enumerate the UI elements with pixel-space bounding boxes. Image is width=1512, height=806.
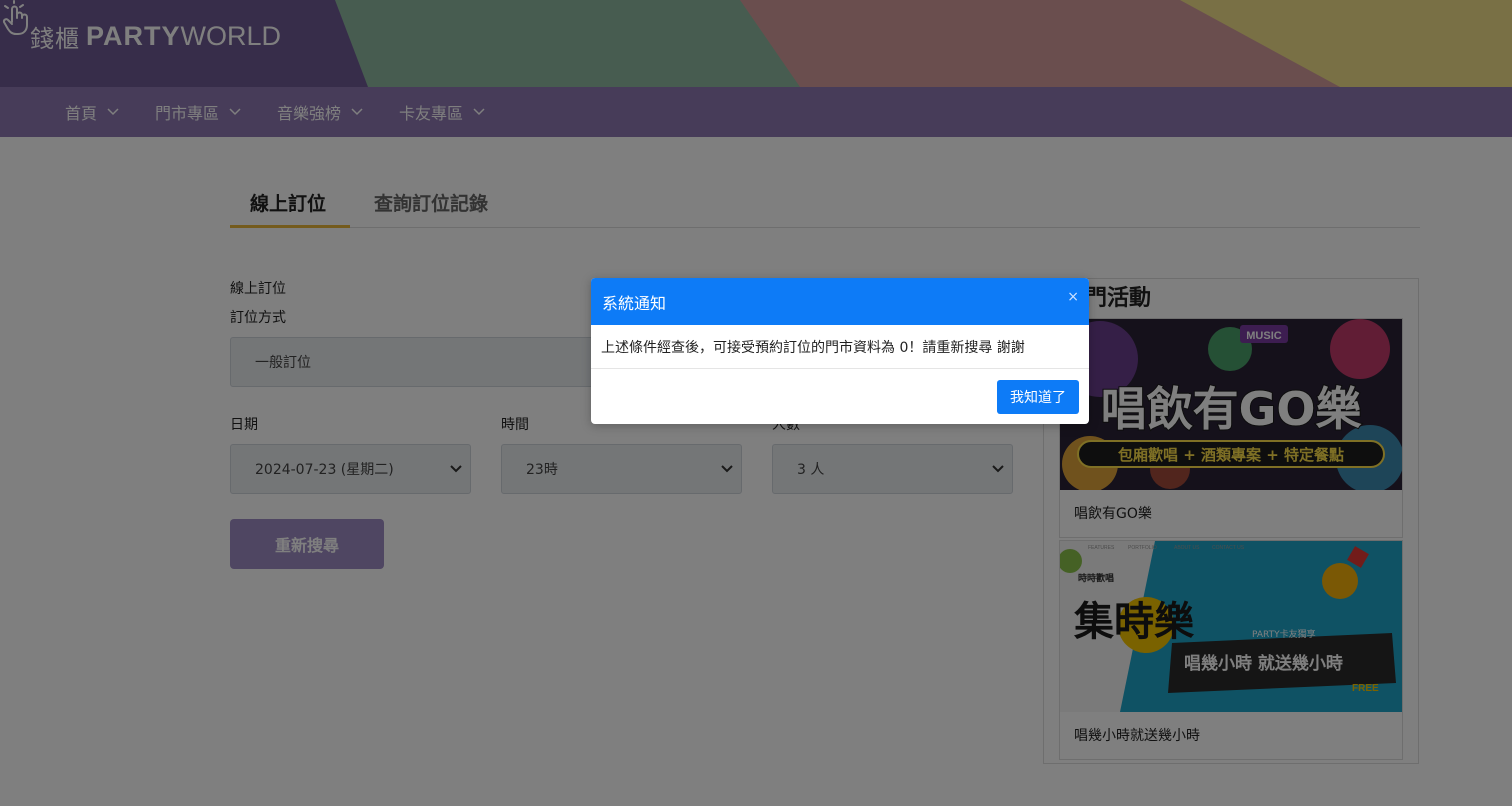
system-notice-modal: 系統通知 × 上述條件經查後，可接受預約訂位的門市資料為 0！請重新搜尋 謝謝 … (591, 278, 1089, 424)
acknowledge-button[interactable]: 我知道了 (997, 380, 1079, 414)
modal-body: 上述條件經查後，可接受預約訂位的門市資料為 0！請重新搜尋 謝謝 (591, 325, 1089, 369)
modal-header: 系統通知 (591, 278, 1089, 325)
modal-title: 系統通知 (602, 293, 667, 313)
modal-message: 上述條件經查後，可接受預約訂位的門市資料為 0！請重新搜尋 謝謝 (601, 339, 1025, 356)
close-icon[interactable]: × (1067, 289, 1079, 305)
